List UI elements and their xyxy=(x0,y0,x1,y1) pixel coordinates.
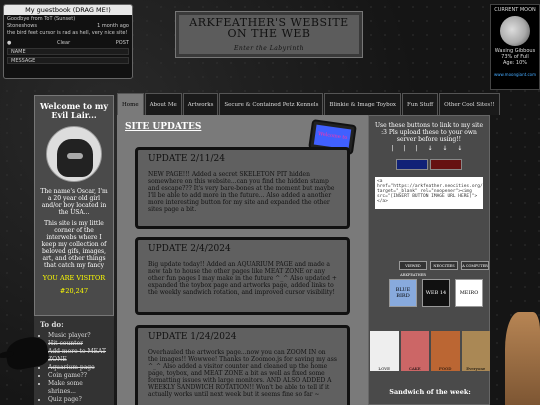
strip-image: LOVE xyxy=(370,331,399,371)
todo-item: Coin game?? xyxy=(48,372,108,380)
strip-image: Everyone xyxy=(461,331,490,371)
strip-image: CAKE xyxy=(400,331,429,371)
post-body: Big update today!! Added an AQUARIUM PAG… xyxy=(148,261,337,296)
dog-icon xyxy=(505,312,540,405)
moon-age: Age: 10% xyxy=(502,60,528,66)
sandwich-heading: Sandwich of the week: xyxy=(389,388,471,396)
avatar xyxy=(46,126,102,182)
todo-item: Add more to MEAT ZONE xyxy=(48,348,108,364)
buttons-text: Use these buttons to link to my site :3 … xyxy=(375,122,483,143)
update-post: UPDATE 2/4/2024 Big update today!! Added… xyxy=(135,237,350,315)
meiro-icon: MEIRO xyxy=(455,279,483,307)
web14-icon: WEB 14 xyxy=(422,279,450,307)
site-button-1[interactable] xyxy=(396,159,428,170)
strip-image: FOOD xyxy=(431,331,460,371)
main-content: SITE UPDATES Welcome to UPDATE 2/11/24 N… xyxy=(117,115,368,405)
post-title: UPDATE 2/11/24 xyxy=(148,154,225,164)
intro-text: The name's Oscar, I'm a 20 year old girl… xyxy=(40,188,108,216)
guestbook-prev-msg: Goodbye from ToT (Sunset) xyxy=(7,16,76,22)
post-body: NEW PAGE!!! Added a secret SKELETON PIT … xyxy=(148,171,335,213)
post-title: UPDATE 2/4/2024 xyxy=(148,244,231,254)
visitor-count: #20,247 xyxy=(59,287,89,295)
guestbook-title[interactable]: My guestbook (DRAG ME!) xyxy=(4,5,132,15)
site-header: ARKFEATHER'S WEBSITE ON THE WEB Enter th… xyxy=(175,11,363,58)
guestbook-poster: Stoneshows xyxy=(7,23,37,29)
button-code-box[interactable]: <a href="https://arkfeather.neocities.or… xyxy=(375,177,483,209)
tab-toybox[interactable]: Blinkie & Image Toybox xyxy=(324,93,402,115)
site-button-2[interactable] xyxy=(430,159,462,170)
right-sidebar: Use these buttons to link to my site :3 … xyxy=(368,115,490,405)
moon-link[interactable]: www.moongiant.com xyxy=(491,72,539,77)
badge: A COMPUTER xyxy=(461,261,489,270)
user-icon: ● xyxy=(7,40,12,46)
bird-icon: BLUE BIRD xyxy=(389,279,417,307)
visitor-label: YOU ARE VISITOR xyxy=(42,274,106,282)
tab-fun-stuff[interactable]: Fun Stuff xyxy=(402,93,439,115)
moon-icon xyxy=(500,16,530,46)
nav-tabs: Home About Me Artworks Secure & Containe… xyxy=(117,93,500,115)
tab-petz-kennels[interactable]: Secure & Contained Petz Kennels xyxy=(219,93,324,115)
tab-about[interactable]: About Me xyxy=(144,93,182,115)
update-post: UPDATE 1/24/2024 Overhauled the artworks… xyxy=(135,325,350,405)
todo-item: Hit counter xyxy=(48,340,108,348)
site-title: ARKFEATHER'S WEBSITE ON THE WEB xyxy=(189,16,349,40)
guestbook-widget[interactable]: My guestbook (DRAG ME!) Goodbye from ToT… xyxy=(3,4,133,79)
tv-screen: Welcome to xyxy=(313,124,352,150)
badge: NEOCITIES xyxy=(430,261,458,270)
todo-title: To do: xyxy=(40,320,64,329)
post-title: UPDATE 1/24/2024 xyxy=(148,332,237,342)
arrows-icon: | | | ↓ ↓ ↓ xyxy=(391,145,467,152)
about-text: This site is my little corner of the int… xyxy=(41,220,107,269)
site-subtitle: Enter the Labyrinth xyxy=(234,45,304,52)
todo-item: Quiz page? xyxy=(48,396,108,404)
tab-other-sites[interactable]: Other Cool Sites!! xyxy=(439,93,500,115)
update-post: UPDATE 2/11/24 NEW PAGE!!! Added a secre… xyxy=(135,147,350,229)
todo-item: Aquarium page xyxy=(48,364,108,372)
badge: VIEWED ARKFEATHER xyxy=(399,261,427,277)
todo-item: Music player? xyxy=(48,332,108,340)
image-strip: LOVE CAKE FOOD Everyone xyxy=(369,331,491,371)
tab-home[interactable]: Home xyxy=(117,93,144,115)
guestbook-post-button[interactable]: POST xyxy=(116,40,129,46)
welcome-heading: Welcome to my Evil Lair... xyxy=(40,101,108,120)
guestbook-message: the bird feet cursor is rad as hell, ver… xyxy=(7,30,128,36)
post-body: Overhauled the artworks page...now you c… xyxy=(148,349,337,398)
guestbook-time: 1 month ago xyxy=(97,23,129,29)
guestbook-name-input[interactable]: NAME xyxy=(7,48,129,55)
moon-widget[interactable]: CURRENT MOON Waxing Gibbous 73% of Full … xyxy=(490,4,540,90)
tab-artworks[interactable]: Artworks xyxy=(182,93,219,115)
guestbook-clear-button[interactable]: Clear xyxy=(57,40,70,46)
moon-title: CURRENT MOON xyxy=(494,7,536,13)
todo-item: Make some shrines... xyxy=(48,380,108,396)
guestbook-message-input[interactable]: MESSAGE xyxy=(7,57,129,64)
